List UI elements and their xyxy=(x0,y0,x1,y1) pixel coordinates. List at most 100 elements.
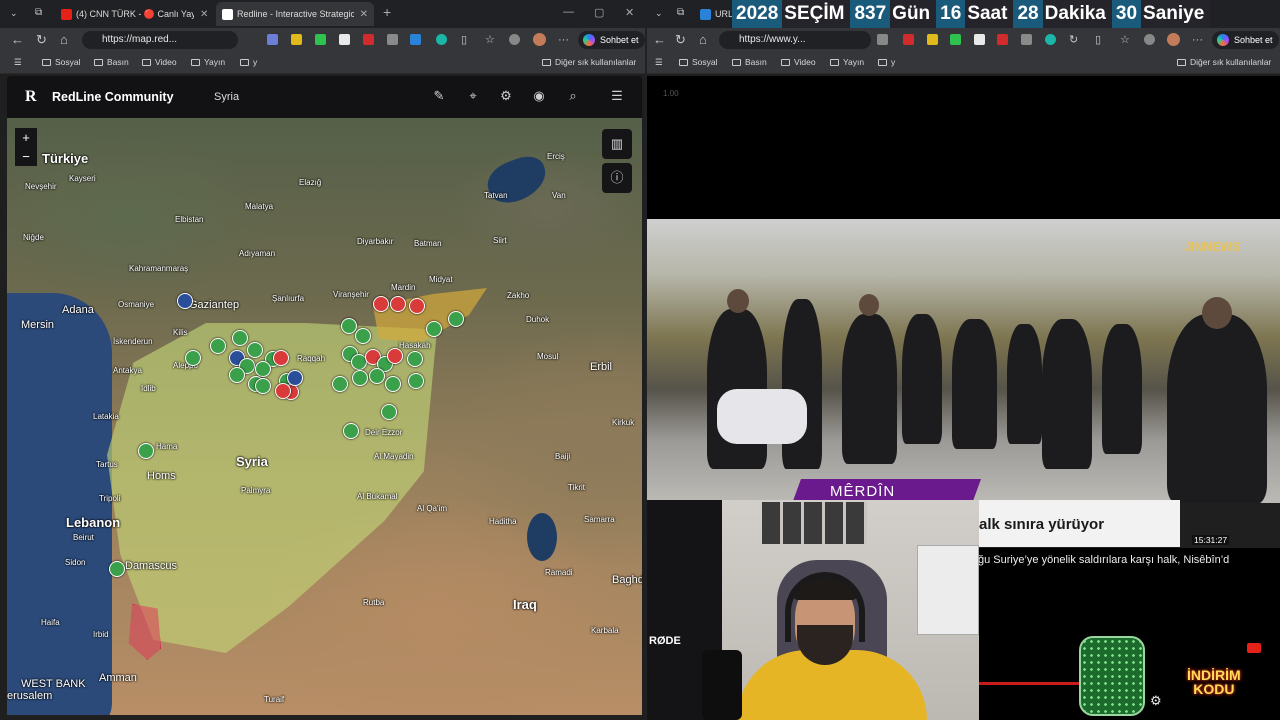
map-marker[interactable] xyxy=(210,338,226,354)
camera-icon[interactable]: ◉ xyxy=(531,88,547,104)
extension-icon[interactable] xyxy=(903,34,914,45)
news-video-frame[interactable]: JINNEWS xyxy=(647,219,1280,503)
extension-icon[interactable] xyxy=(387,34,398,45)
bookmark-folder[interactable]: y xyxy=(878,57,895,67)
sidebar-icon[interactable]: ▯ xyxy=(1095,33,1101,47)
workspaces-icon[interactable]: ⧉ xyxy=(677,6,684,20)
pin-icon[interactable]: ⌖ xyxy=(465,88,481,104)
extension-icon[interactable] xyxy=(1021,34,1032,45)
map-marker[interactable] xyxy=(390,296,406,312)
map-marker[interactable] xyxy=(407,351,423,367)
map-marker[interactable] xyxy=(177,293,193,309)
map-marker[interactable] xyxy=(409,298,425,314)
map-marker[interactable] xyxy=(352,370,368,386)
back-icon[interactable]: ← xyxy=(11,33,24,47)
menu-icon[interactable]: ☰ xyxy=(609,88,625,104)
map-marker[interactable] xyxy=(185,350,201,366)
extension-icon[interactable] xyxy=(1045,34,1056,45)
map-marker[interactable] xyxy=(229,367,245,383)
close-icon[interactable]: ✕ xyxy=(360,9,368,20)
bookmark-folder[interactable]: Video xyxy=(781,57,816,67)
map-marker[interactable] xyxy=(448,311,464,327)
settings-icon[interactable]: ⚙ xyxy=(498,88,514,104)
map-marker[interactable] xyxy=(287,370,303,386)
other-bookmarks[interactable]: Diğer sık kullanılanlar xyxy=(1177,57,1271,67)
bookmark-folder[interactable]: Yayın xyxy=(191,57,225,67)
close-icon[interactable]: ✕ xyxy=(200,9,208,20)
bookmark-folder[interactable]: Basın xyxy=(732,57,767,67)
extension-icon[interactable] xyxy=(877,34,888,45)
extension-icon[interactable] xyxy=(950,34,961,45)
extension-icon[interactable] xyxy=(291,34,302,45)
extension-icon[interactable] xyxy=(436,34,447,45)
country-selector[interactable]: Syria xyxy=(214,91,239,103)
extension-icon[interactable] xyxy=(267,34,278,45)
map-marker[interactable] xyxy=(385,376,401,392)
map-marker[interactable] xyxy=(343,423,359,439)
map-marker[interactable] xyxy=(273,350,289,366)
collections-icon[interactable] xyxy=(509,34,520,45)
tab-actions-icon[interactable]: ⌄ xyxy=(655,6,663,20)
reload-icon[interactable]: ↻ xyxy=(675,33,686,47)
gear-icon[interactable]: ⚙ xyxy=(1150,693,1162,709)
extension-icon[interactable] xyxy=(315,34,326,45)
more-icon[interactable]: ··· xyxy=(1192,33,1203,47)
collections-icon[interactable] xyxy=(1144,34,1155,45)
map-layers-icon[interactable]: ▥ xyxy=(602,129,632,159)
strategic-map[interactable]: + − ▥ ⓘ Türkiye Kayseri Nevşehir Elbista… xyxy=(7,118,642,715)
bookmark-folder[interactable]: Basın xyxy=(94,57,129,67)
bookmark-folder[interactable]: Video xyxy=(142,57,177,67)
pencil-icon[interactable]: ✎ xyxy=(431,88,447,104)
tab-redline[interactable]: Redline - Interactive Strategic Map ✕ xyxy=(216,2,374,26)
avatar[interactable] xyxy=(533,33,546,46)
map-marker[interactable] xyxy=(341,318,357,334)
url-field[interactable]: https://www.y... xyxy=(719,31,871,49)
map-marker[interactable] xyxy=(387,348,403,364)
map-marker[interactable] xyxy=(138,443,154,459)
map-marker[interactable] xyxy=(355,328,371,344)
zoom-out-button[interactable]: − xyxy=(15,147,37,166)
bookmarks-menu-icon[interactable]: ☰ xyxy=(655,57,663,68)
more-icon[interactable]: ··· xyxy=(558,33,569,47)
tab-cnn-turk[interactable]: (4) CNN TÜRK - 🔴 Canlı Yayın ʜᴰ ✕ xyxy=(55,2,215,26)
map-marker[interactable] xyxy=(275,383,291,399)
reload-icon[interactable]: ↻ xyxy=(36,33,47,47)
url-field[interactable]: https://map.red... xyxy=(82,31,238,49)
map-marker[interactable] xyxy=(408,373,424,389)
syria-territory[interactable] xyxy=(107,323,437,653)
back-icon[interactable]: ← xyxy=(653,33,666,47)
refresh-extension-icon[interactable]: ↻ xyxy=(1069,33,1078,47)
extension-icon[interactable] xyxy=(410,34,421,45)
workspaces-icon[interactable]: ⧉ xyxy=(35,6,42,20)
minimize-button[interactable]: — xyxy=(563,6,574,18)
info-icon[interactable]: ⓘ xyxy=(602,163,632,193)
map-marker[interactable] xyxy=(232,330,248,346)
bookmark-folder[interactable]: Sosyal xyxy=(679,57,718,67)
map-marker[interactable] xyxy=(332,376,348,392)
youtube-icon[interactable] xyxy=(1247,643,1261,653)
other-bookmarks[interactable]: Diğer sık kullanılanlar xyxy=(542,57,636,67)
avatar[interactable] xyxy=(1167,33,1180,46)
search-icon[interactable]: ⌕ xyxy=(565,88,581,104)
extension-icon[interactable] xyxy=(363,34,374,45)
redline-logo[interactable]: R xyxy=(25,88,37,106)
maximize-button[interactable]: ▢ xyxy=(594,6,604,19)
tab-url[interactable]: URL xyxy=(694,2,734,26)
map-marker[interactable] xyxy=(381,404,397,420)
map-marker[interactable] xyxy=(426,321,442,337)
bookmarks-menu-icon[interactable]: ☰ xyxy=(14,57,22,68)
favorites-icon[interactable]: ☆ xyxy=(485,33,495,47)
extension-icon[interactable] xyxy=(339,34,350,45)
map-marker[interactable] xyxy=(255,361,271,377)
close-window-button[interactable]: ✕ xyxy=(625,6,634,19)
zoom-in-button[interactable]: + xyxy=(15,128,37,147)
home-icon[interactable]: ⌂ xyxy=(60,33,68,47)
tab-actions-icon[interactable]: ⌄ xyxy=(10,6,18,20)
extension-icon[interactable] xyxy=(974,34,985,45)
map-marker[interactable] xyxy=(369,368,385,384)
bookmark-folder[interactable]: Sosyal xyxy=(42,57,81,67)
copilot-button[interactable]: Sohbet et xyxy=(1212,31,1279,49)
extension-icon[interactable] xyxy=(997,34,1008,45)
map-marker[interactable] xyxy=(109,561,125,577)
map-marker[interactable] xyxy=(255,378,271,394)
